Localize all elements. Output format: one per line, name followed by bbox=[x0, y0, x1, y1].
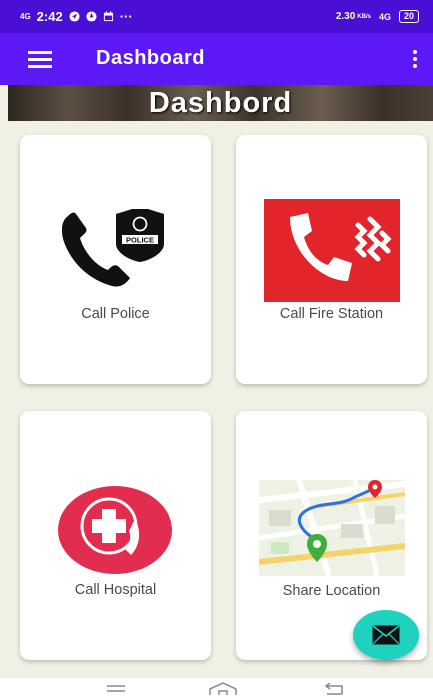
message-fab[interactable] bbox=[353, 610, 419, 660]
app-bar: Dashboard bbox=[0, 33, 433, 85]
banner-title: Dashbord bbox=[148, 87, 293, 119]
hospital-phone-icon bbox=[58, 486, 172, 574]
call-hospital-label: Call Hospital bbox=[74, 582, 157, 598]
svg-text:POLICE: POLICE bbox=[126, 236, 154, 245]
recents-menu-icon[interactable] bbox=[106, 684, 126, 694]
more-notifications: ··· bbox=[119, 9, 133, 24]
network-right-label: 4G bbox=[378, 11, 391, 22]
fire-phone-icon bbox=[264, 199, 400, 302]
battery-level: 20 bbox=[403, 11, 414, 21]
app-bar-title: Dashboard bbox=[96, 47, 205, 69]
mail-icon bbox=[372, 625, 400, 645]
dashboard-banner: Dashbord bbox=[8, 85, 433, 121]
network-label: 4G bbox=[20, 11, 31, 21]
map-location-icon bbox=[259, 480, 405, 576]
hamburger-menu-icon[interactable] bbox=[28, 51, 52, 68]
system-nav-bar bbox=[0, 678, 433, 698]
status-time: 2:42 bbox=[36, 9, 63, 24]
call-fire-station-card[interactable]: Call Fire Station bbox=[236, 135, 427, 384]
call-fire-station-label: Call Fire Station bbox=[279, 306, 384, 322]
call-police-card[interactable]: POLICE Call Police bbox=[20, 135, 211, 384]
compass-icon bbox=[86, 11, 97, 22]
police-phone-icon: POLICE bbox=[61, 209, 164, 287]
data-speed-unit: KB/s bbox=[357, 13, 371, 20]
battery-icon: 20 bbox=[398, 10, 419, 23]
back-icon[interactable] bbox=[324, 683, 346, 695]
navigation-icon bbox=[69, 11, 80, 22]
calendar-icon bbox=[103, 11, 113, 22]
overflow-menu-icon[interactable] bbox=[411, 50, 419, 70]
call-police-label: Call Police bbox=[81, 306, 150, 322]
data-speed: 2.30 bbox=[335, 11, 356, 22]
home-icon[interactable] bbox=[208, 682, 238, 696]
share-location-label: Share Location bbox=[282, 583, 381, 599]
status-bar: 4G 2:42 ··· 2.30 KB/s 4G 20 bbox=[0, 0, 433, 33]
call-hospital-card[interactable]: Call Hospital bbox=[20, 411, 211, 660]
